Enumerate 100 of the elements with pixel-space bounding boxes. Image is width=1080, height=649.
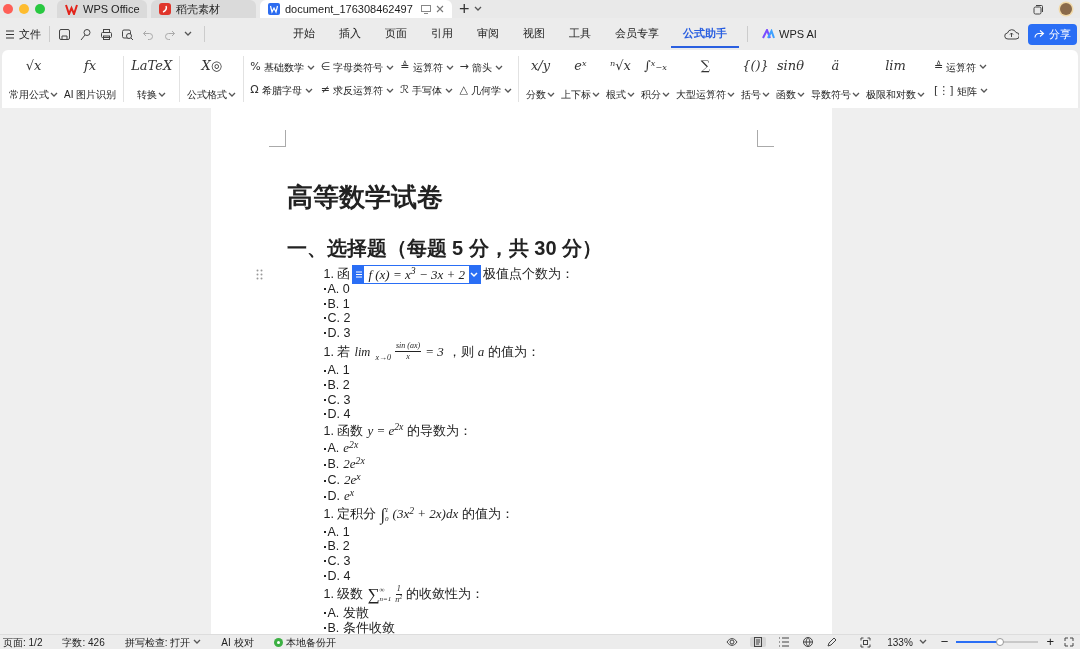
ribbon-tab[interactable]: 插入 (327, 20, 373, 48)
caret-icon[interactable] (184, 31, 192, 37)
ribbon-tab[interactable]: 视图 (511, 20, 557, 48)
ribbon-button[interactable]: {()} 括号 (737, 50, 773, 108)
ribbon-tab[interactable]: 开始 (281, 20, 327, 48)
ribbon-button[interactable]: → 箭头 (459, 58, 512, 77)
caret-icon (386, 64, 395, 71)
ribbon-button[interactable]: ℛ 手写体 (400, 81, 454, 100)
globe-icon[interactable] (802, 637, 815, 647)
menu-icon[interactable] (6, 29, 14, 39)
wps-ai-tab[interactable]: WPS AI (756, 25, 823, 43)
ribbon-tab[interactable]: 工具 (557, 20, 603, 48)
status-text[interactable]: 本地备份开 (285, 634, 336, 649)
symbol-icon: ℛ (400, 82, 410, 99)
save-icon[interactable] (58, 27, 71, 41)
ribbon-button[interactable]: fx AI 图片识别 (61, 50, 120, 108)
caret-icon (304, 87, 313, 94)
ribbon-tab[interactable]: 引用 (419, 20, 465, 48)
print-icon[interactable] (100, 27, 113, 41)
option-text: B. 条件收敛 (327, 620, 395, 634)
browser-tab[interactable]: document_176308462497 (260, 0, 452, 18)
new-tab-button[interactable]: + (459, 0, 470, 18)
status-text: 字数: 426 (62, 635, 105, 649)
button-label: 字母类符号 (333, 61, 384, 75)
ribbon-button[interactable]: √x 常用公式 (6, 50, 61, 108)
caret-icon (445, 87, 454, 94)
fit-page-icon[interactable] (860, 636, 872, 648)
document-icon (268, 3, 280, 15)
close-icon[interactable] (436, 5, 444, 13)
equation-editor[interactable]: f (x) = x$^{3}$ − 3x + 2 (352, 265, 481, 284)
ribbon-button[interactable]: ∑ 大型运算符 (672, 50, 738, 108)
print-preview-icon[interactable] (121, 27, 134, 41)
ribbon-tab[interactable]: 页面 (373, 20, 419, 48)
bullet-icon (323, 463, 326, 466)
status-text[interactable]: 拼写检查: 打开 (124, 634, 191, 649)
zoom-in-button[interactable]: + (1046, 632, 1054, 649)
ribbon-tab[interactable]: 会员专享 (603, 20, 671, 48)
pen-icon[interactable] (826, 637, 839, 647)
ribbon-button[interactable]: % 基础数学 (250, 58, 315, 77)
button-label: 求反运算符 (332, 84, 383, 98)
ribbon-button[interactable]: [⋮] 矩阵 (933, 82, 988, 100)
ribbon-tab[interactable]: 公式助手 (671, 20, 739, 48)
ribbon-button[interactable]: X◎ 公式格式 (184, 50, 240, 108)
ribbon-button[interactable]: sinθ 函数 (772, 50, 808, 108)
ribbon-button[interactable]: ≠ 求反运算符 (320, 81, 395, 100)
avatar-icon[interactable] (1058, 0, 1074, 18)
ribbon-button[interactable]: ∈ 字母类符号 (320, 58, 395, 77)
browser-tab[interactable]: 稻壳素材 (151, 0, 256, 18)
caret-icon (979, 88, 988, 94)
button-label: 极限和对数 (865, 88, 916, 102)
button-label: 基础数学 (263, 61, 304, 75)
button-label: 函数 (775, 88, 796, 102)
ribbon-button[interactable]: LaTeX 转换 (128, 50, 176, 108)
button-label: 几何学 (470, 84, 501, 98)
symbol-icon: △ (459, 82, 468, 99)
option-text: D. 4 (327, 568, 351, 584)
ribbon-button[interactable]: ≜ 运算符 (933, 58, 988, 76)
slider-thumb[interactable] (995, 638, 1004, 646)
file-menu[interactable]: 文件 (19, 25, 41, 43)
button-label: 上下标 (560, 88, 591, 102)
caret-icon[interactable] (918, 639, 927, 645)
bullet-icon (323, 317, 326, 320)
option-text: A. 发散 (327, 606, 369, 621)
symbol-icon: % (250, 59, 261, 76)
caret-icon (385, 87, 394, 94)
cloud-upload-icon[interactable] (1004, 28, 1019, 40)
ribbon-tab[interactable]: 审阅 (465, 20, 511, 48)
math-expression: y = e$^{2x}$ (367, 423, 404, 439)
status-text: AI 校对 (221, 635, 254, 649)
caret-icon[interactable] (468, 266, 480, 283)
ribbon-button[interactable]: ≜ 运算符 (400, 58, 454, 77)
share-button[interactable]: 分享 (1028, 23, 1077, 45)
browser-tab[interactable]: WPS Office (57, 0, 147, 18)
ribbon-button[interactable]: ä 导数符号 (807, 50, 863, 108)
page-view-icon[interactable] (750, 637, 767, 647)
fullscreen-icon[interactable] (1064, 637, 1074, 647)
zoom-level[interactable]: 133% (887, 634, 913, 649)
button-label: 根式 (605, 88, 626, 102)
option-text: B. 2 (327, 539, 350, 554)
zoom-out-button[interactable]: − (940, 632, 949, 649)
button-label: 运算符 (946, 60, 977, 75)
button-label: 箭头 (471, 61, 492, 75)
eye-icon[interactable] (726, 637, 739, 647)
ribbon-button[interactable]: eˣ 上下标 (557, 50, 603, 108)
caret-icon (494, 64, 503, 71)
bullet-icon (323, 302, 326, 305)
option-text: D. (327, 489, 340, 505)
caret-icon[interactable] (193, 639, 202, 645)
ribbon-button[interactable]: lim 极限和对数 (862, 50, 928, 108)
formula-icon: ∑ (700, 56, 711, 76)
ribbon-button[interactable]: ∫ˣ₋ₓ 积分 (637, 50, 673, 108)
drag-handle-icon[interactable] (255, 269, 263, 280)
ribbon-button[interactable]: x/y 分数 (522, 50, 558, 108)
drag-icon[interactable] (353, 266, 365, 283)
document-title: 高等数学试卷 (286, 181, 444, 214)
bullet-icon (323, 574, 326, 577)
ribbon-button[interactable]: △ 几何学 (459, 81, 512, 100)
ribbon-button[interactable]: Ω 希腊字母 (250, 81, 315, 100)
question-text: 1. 函数 (323, 423, 364, 439)
ribbon-button[interactable]: ⁿ√x 根式 (602, 50, 638, 108)
